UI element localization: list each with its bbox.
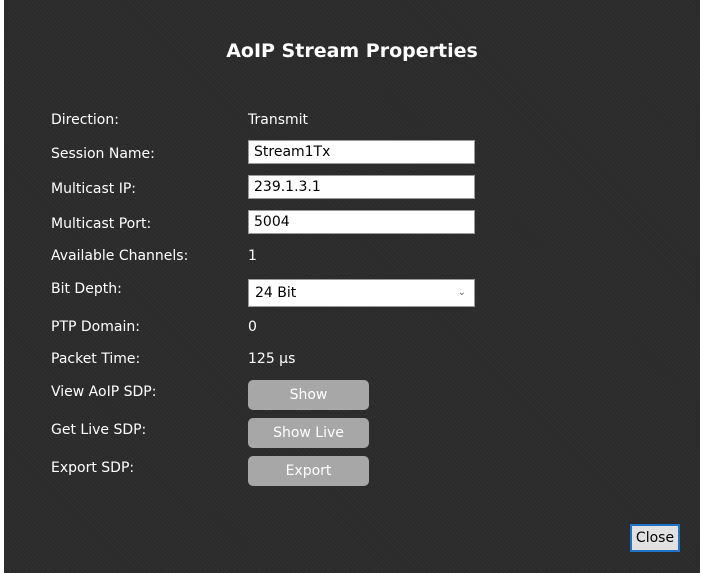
session-name-input[interactable] xyxy=(248,140,475,164)
show-live-sdp-button[interactable]: Show Live xyxy=(248,418,369,448)
available-channels-value: 1 xyxy=(248,248,257,264)
direction-label: Direction: xyxy=(51,112,119,128)
get-live-sdp-label: Get Live SDP: xyxy=(51,422,147,438)
bit-depth-select[interactable]: 24 Bit ⌄ xyxy=(248,279,475,307)
close-button[interactable]: Close xyxy=(630,524,680,552)
packet-time-row: Packet Time: 125 µs xyxy=(0,346,704,372)
view-aoip-sdp-label: View AoIP SDP: xyxy=(51,384,157,400)
multicast-port-input[interactable] xyxy=(248,210,475,234)
ptp-domain-label: PTP Domain: xyxy=(51,319,140,335)
available-channels-label: Available Channels: xyxy=(51,248,189,264)
direction-row: Direction: Transmit xyxy=(0,107,704,133)
export-sdp-label: Export SDP: xyxy=(51,460,135,476)
bit-depth-label: Bit Depth: xyxy=(51,281,122,297)
show-sdp-button[interactable]: Show xyxy=(248,380,369,410)
view-aoip-sdp-row: View AoIP SDP: Show xyxy=(0,380,704,410)
ptp-domain-row: PTP Domain: 0 xyxy=(0,314,704,340)
get-live-sdp-row: Get Live SDP: Show Live xyxy=(0,418,704,448)
direction-value: Transmit xyxy=(248,112,309,128)
packet-time-value: 125 µs xyxy=(248,351,296,367)
multicast-ip-input[interactable] xyxy=(248,175,475,199)
multicast-port-label: Multicast Port: xyxy=(51,216,152,232)
export-sdp-button[interactable]: Export xyxy=(248,456,369,486)
session-name-label: Session Name: xyxy=(51,146,155,162)
bit-depth-selected-value: 24 Bit xyxy=(255,285,297,301)
export-sdp-row: Export SDP: Export xyxy=(0,456,704,486)
dialog-title: AoIP Stream Properties xyxy=(226,40,478,62)
chevron-down-icon: ⌄ xyxy=(457,287,466,298)
ptp-domain-value: 0 xyxy=(248,319,257,335)
multicast-port-row: Multicast Port: xyxy=(0,210,704,236)
multicast-ip-label: Multicast IP: xyxy=(51,181,137,197)
session-name-row: Session Name: xyxy=(0,140,704,166)
available-channels-row: Available Channels: 1 xyxy=(0,243,704,269)
packet-time-label: Packet Time: xyxy=(51,351,141,367)
multicast-ip-row: Multicast IP: xyxy=(0,175,704,201)
bit-depth-row: Bit Depth: 24 Bit ⌄ xyxy=(0,279,704,307)
